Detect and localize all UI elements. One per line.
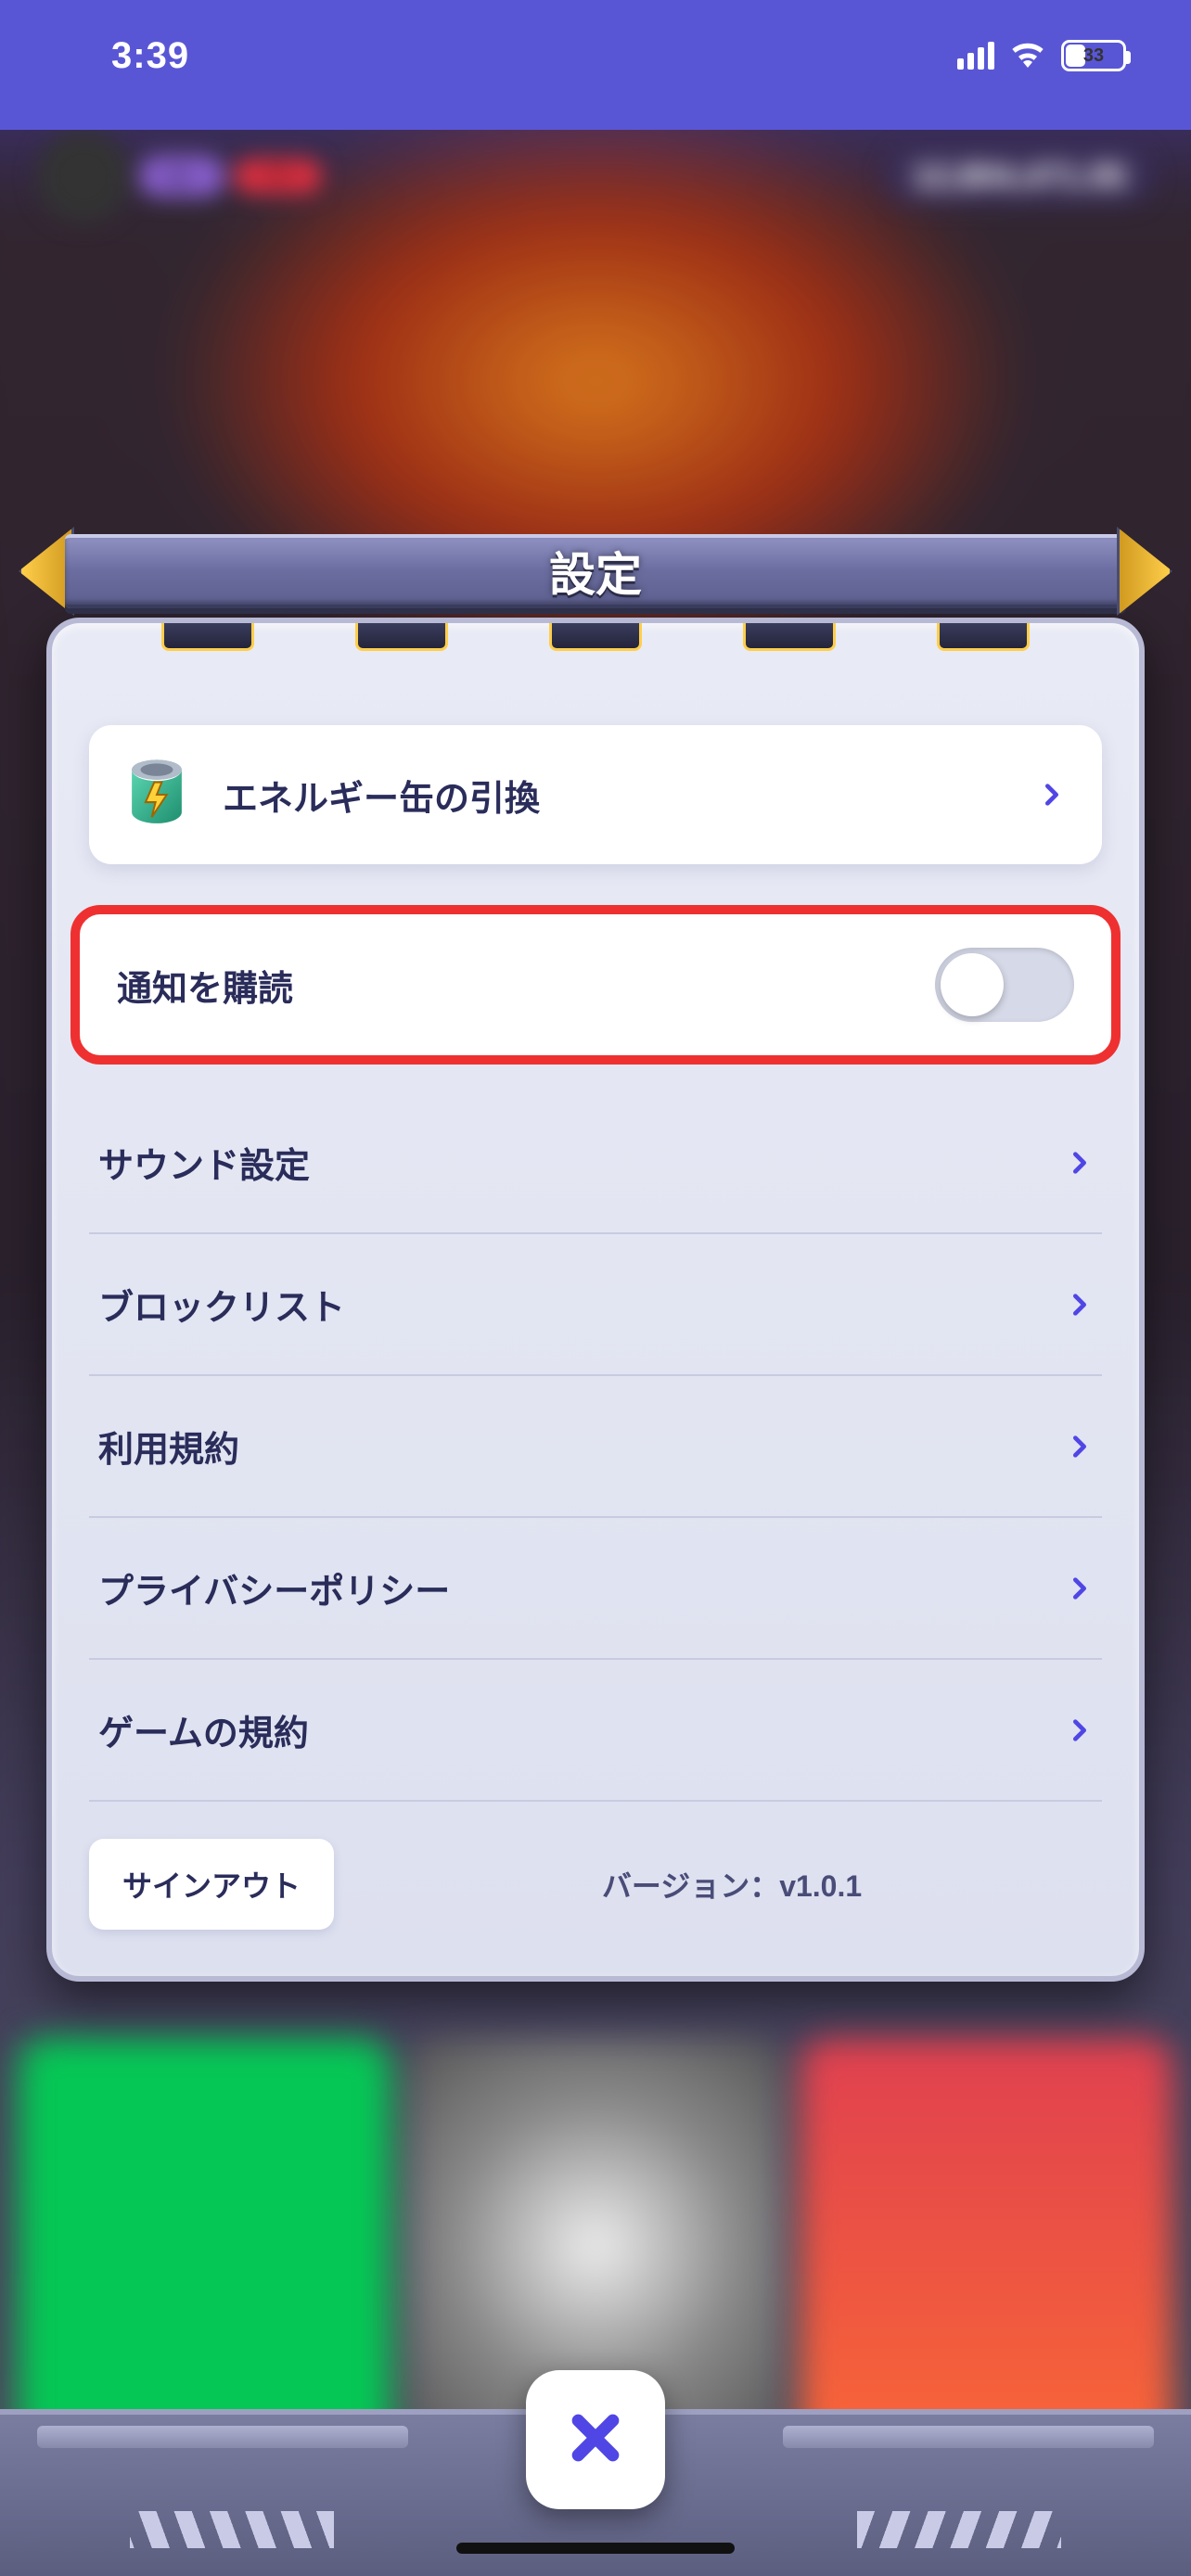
energy-exchange-row[interactable]: エネルギー缶の引換 — [89, 725, 1102, 864]
chevron-right-icon — [1067, 1717, 1093, 1743]
home-indicator — [456, 2543, 735, 2554]
notification-subscribe-row[interactable]: 通知を購読 — [70, 905, 1121, 1065]
close-icon — [566, 2408, 625, 2472]
chevron-right-icon — [1067, 1292, 1093, 1318]
game-terms-row[interactable]: ゲームの規約 — [89, 1660, 1102, 1802]
status-time: 3:39 — [111, 35, 189, 77]
notification-toggle[interactable] — [935, 948, 1074, 1022]
version-label: バージョン：v1.0.1 — [362, 1863, 1102, 1906]
modal-header: 設定 — [19, 516, 1172, 655]
row-label: プライバシーポリシー — [98, 1562, 1067, 1613]
row-label: ブロックリスト — [98, 1279, 1067, 1330]
energy-exchange-label: エネルギー缶の引換 — [223, 770, 1013, 821]
block-list-row[interactable]: ブロックリスト — [89, 1234, 1102, 1376]
wifi-icon — [1009, 40, 1046, 72]
row-label: ゲームの規約 — [98, 1704, 1067, 1755]
energy-can-icon — [117, 755, 197, 835]
row-label: サウンド設定 — [98, 1137, 1067, 1188]
toggle-knob — [941, 953, 1004, 1016]
close-button[interactable] — [526, 2370, 665, 2509]
battery-icon: 33 — [1061, 40, 1126, 71]
status-bar: 3:39 33 — [0, 0, 1191, 130]
settings-modal: 設定 エネルギー缶の引換 — [46, 516, 1145, 1982]
row-label: 利用規約 — [98, 1421, 1067, 1472]
modal-title: 設定 — [549, 538, 642, 605]
bg-top-hud: 個人 VIP5 12,804,471.05 — [37, 130, 1154, 223]
cellular-icon — [957, 42, 994, 70]
chevron-right-icon — [1067, 1434, 1093, 1460]
privacy-policy-row[interactable]: プライバシーポリシー — [89, 1518, 1102, 1660]
notification-label: 通知を購読 — [117, 960, 935, 1011]
chevron-right-icon — [1039, 782, 1065, 808]
sign-out-button[interactable]: サインアウト — [89, 1839, 334, 1930]
chevron-right-icon — [1067, 1575, 1093, 1601]
terms-of-use-row[interactable]: 利用規約 — [89, 1376, 1102, 1518]
sound-settings-row[interactable]: サウンド設定 — [89, 1092, 1102, 1234]
chevron-right-icon — [1067, 1150, 1093, 1176]
